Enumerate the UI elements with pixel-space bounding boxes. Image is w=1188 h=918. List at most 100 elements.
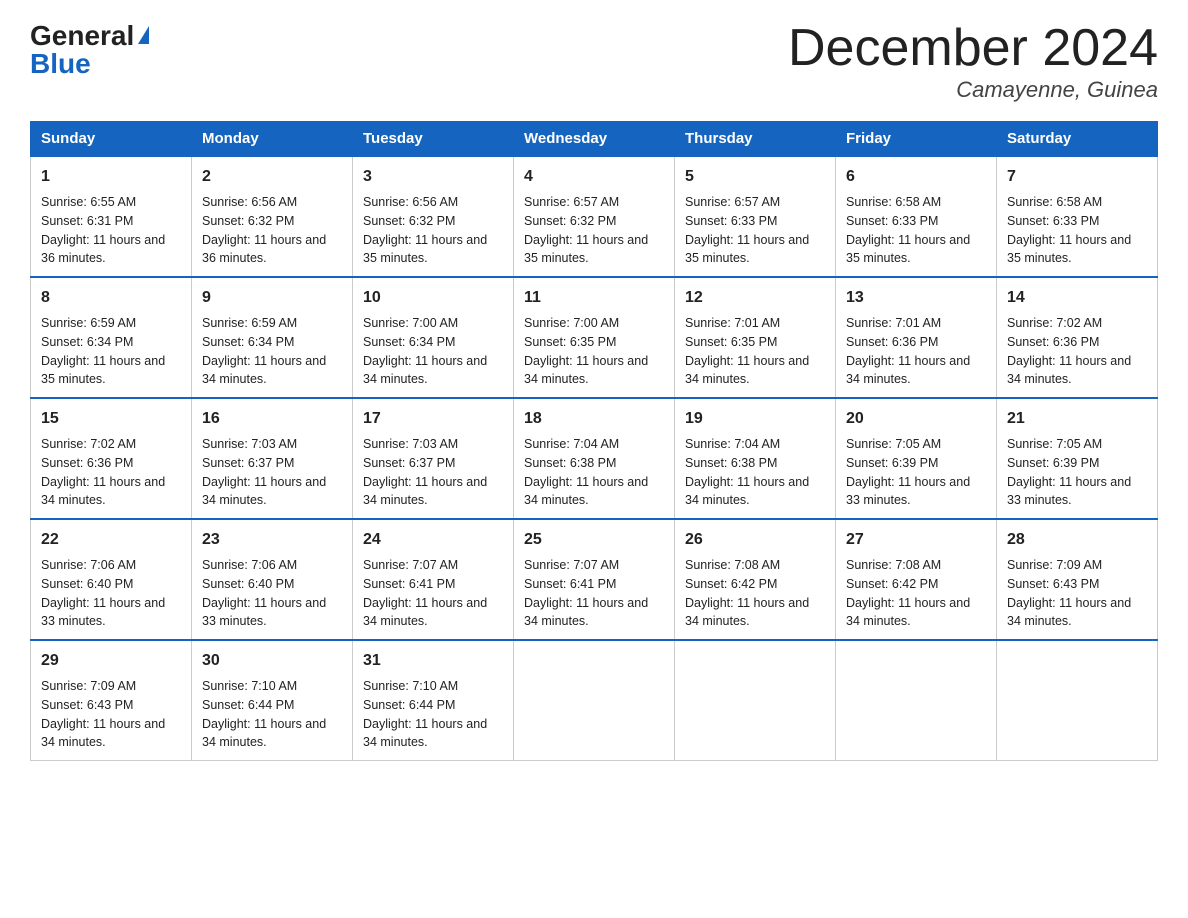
daylight-label: Daylight: 11 hours and 35 minutes. — [685, 233, 809, 266]
sunset-label: Sunset: 6:39 PM — [1007, 456, 1099, 470]
calendar-day-cell: 31Sunrise: 7:10 AMSunset: 6:44 PMDayligh… — [353, 640, 514, 761]
sunrise-label: Sunrise: 7:04 AM — [685, 437, 780, 451]
calendar-day-cell: 25Sunrise: 7:07 AMSunset: 6:41 PMDayligh… — [514, 519, 675, 640]
sunset-label: Sunset: 6:38 PM — [524, 456, 616, 470]
calendar-day-cell: 24Sunrise: 7:07 AMSunset: 6:41 PMDayligh… — [353, 519, 514, 640]
sunrise-label: Sunrise: 7:05 AM — [1007, 437, 1102, 451]
sunrise-label: Sunrise: 7:03 AM — [363, 437, 458, 451]
day-number: 4 — [524, 165, 664, 189]
sunset-label: Sunset: 6:40 PM — [41, 577, 133, 591]
day-number: 24 — [363, 528, 503, 552]
daylight-label: Daylight: 11 hours and 34 minutes. — [202, 354, 326, 387]
sunrise-label: Sunrise: 6:58 AM — [1007, 195, 1102, 209]
daylight-label: Daylight: 11 hours and 34 minutes. — [846, 354, 970, 387]
day-number: 16 — [202, 407, 342, 431]
sunrise-label: Sunrise: 6:57 AM — [685, 195, 780, 209]
daylight-label: Daylight: 11 hours and 33 minutes. — [1007, 475, 1131, 508]
sunrise-label: Sunrise: 6:59 AM — [41, 316, 136, 330]
daylight-label: Daylight: 11 hours and 34 minutes. — [846, 596, 970, 629]
sunset-label: Sunset: 6:37 PM — [202, 456, 294, 470]
sunrise-label: Sunrise: 7:07 AM — [524, 558, 619, 572]
sunrise-label: Sunrise: 6:55 AM — [41, 195, 136, 209]
daylight-label: Daylight: 11 hours and 34 minutes. — [363, 596, 487, 629]
sunset-label: Sunset: 6:32 PM — [524, 214, 616, 228]
calendar-day-cell: 9Sunrise: 6:59 AMSunset: 6:34 PMDaylight… — [192, 277, 353, 398]
daylight-label: Daylight: 11 hours and 34 minutes. — [685, 354, 809, 387]
daylight-label: Daylight: 11 hours and 33 minutes. — [846, 475, 970, 508]
day-number: 22 — [41, 528, 181, 552]
calendar-day-cell: 23Sunrise: 7:06 AMSunset: 6:40 PMDayligh… — [192, 519, 353, 640]
header-tuesday: Tuesday — [353, 122, 514, 157]
calendar-week-row: 15Sunrise: 7:02 AMSunset: 6:36 PMDayligh… — [31, 398, 1158, 519]
sunset-label: Sunset: 6:33 PM — [846, 214, 938, 228]
sunrise-label: Sunrise: 7:08 AM — [685, 558, 780, 572]
calendar-day-cell: 15Sunrise: 7:02 AMSunset: 6:36 PMDayligh… — [31, 398, 192, 519]
daylight-label: Daylight: 11 hours and 34 minutes. — [1007, 354, 1131, 387]
sunset-label: Sunset: 6:36 PM — [1007, 335, 1099, 349]
daylight-label: Daylight: 11 hours and 34 minutes. — [1007, 596, 1131, 629]
day-number: 26 — [685, 528, 825, 552]
daylight-label: Daylight: 11 hours and 34 minutes. — [202, 475, 326, 508]
calendar-header-row: Sunday Monday Tuesday Wednesday Thursday… — [31, 122, 1158, 157]
sunset-label: Sunset: 6:33 PM — [1007, 214, 1099, 228]
page-header: General Blue December 2024 Camayenne, Gu… — [30, 20, 1158, 103]
day-number: 23 — [202, 528, 342, 552]
daylight-label: Daylight: 11 hours and 34 minutes. — [41, 717, 165, 750]
day-number: 1 — [41, 165, 181, 189]
daylight-label: Daylight: 11 hours and 36 minutes. — [41, 233, 165, 266]
sunrise-label: Sunrise: 6:57 AM — [524, 195, 619, 209]
daylight-label: Daylight: 11 hours and 34 minutes. — [685, 596, 809, 629]
calendar-week-row: 8Sunrise: 6:59 AMSunset: 6:34 PMDaylight… — [31, 277, 1158, 398]
calendar-day-cell: 19Sunrise: 7:04 AMSunset: 6:38 PMDayligh… — [675, 398, 836, 519]
calendar-day-cell: 1Sunrise: 6:55 AMSunset: 6:31 PMDaylight… — [31, 156, 192, 277]
daylight-label: Daylight: 11 hours and 33 minutes. — [41, 596, 165, 629]
sunset-label: Sunset: 6:38 PM — [685, 456, 777, 470]
calendar-day-cell: 5Sunrise: 6:57 AMSunset: 6:33 PMDaylight… — [675, 156, 836, 277]
daylight-label: Daylight: 11 hours and 34 minutes. — [685, 475, 809, 508]
day-number: 15 — [41, 407, 181, 431]
daylight-label: Daylight: 11 hours and 33 minutes. — [202, 596, 326, 629]
calendar-day-cell: 8Sunrise: 6:59 AMSunset: 6:34 PMDaylight… — [31, 277, 192, 398]
calendar-day-cell: 12Sunrise: 7:01 AMSunset: 6:35 PMDayligh… — [675, 277, 836, 398]
location: Camayenne, Guinea — [788, 77, 1158, 103]
daylight-label: Daylight: 11 hours and 34 minutes. — [363, 717, 487, 750]
sunset-label: Sunset: 6:33 PM — [685, 214, 777, 228]
calendar-day-cell: 28Sunrise: 7:09 AMSunset: 6:43 PMDayligh… — [997, 519, 1158, 640]
sunrise-label: Sunrise: 7:09 AM — [1007, 558, 1102, 572]
calendar-day-cell: 11Sunrise: 7:00 AMSunset: 6:35 PMDayligh… — [514, 277, 675, 398]
day-number: 31 — [363, 649, 503, 673]
daylight-label: Daylight: 11 hours and 34 minutes. — [363, 354, 487, 387]
sunset-label: Sunset: 6:34 PM — [41, 335, 133, 349]
sunset-label: Sunset: 6:37 PM — [363, 456, 455, 470]
sunrise-label: Sunrise: 7:02 AM — [41, 437, 136, 451]
day-number: 12 — [685, 286, 825, 310]
month-title: December 2024 — [788, 20, 1158, 77]
daylight-label: Daylight: 11 hours and 34 minutes. — [524, 354, 648, 387]
sunrise-label: Sunrise: 7:10 AM — [202, 679, 297, 693]
empty-cell — [675, 640, 836, 761]
sunrise-label: Sunrise: 7:09 AM — [41, 679, 136, 693]
daylight-label: Daylight: 11 hours and 35 minutes. — [1007, 233, 1131, 266]
calendar-day-cell: 18Sunrise: 7:04 AMSunset: 6:38 PMDayligh… — [514, 398, 675, 519]
sunset-label: Sunset: 6:43 PM — [1007, 577, 1099, 591]
day-number: 20 — [846, 407, 986, 431]
daylight-label: Daylight: 11 hours and 35 minutes. — [41, 354, 165, 387]
sunset-label: Sunset: 6:34 PM — [363, 335, 455, 349]
calendar-day-cell: 27Sunrise: 7:08 AMSunset: 6:42 PMDayligh… — [836, 519, 997, 640]
sunset-label: Sunset: 6:44 PM — [363, 698, 455, 712]
sunrise-label: Sunrise: 7:05 AM — [846, 437, 941, 451]
calendar-week-row: 29Sunrise: 7:09 AMSunset: 6:43 PMDayligh… — [31, 640, 1158, 761]
sunset-label: Sunset: 6:34 PM — [202, 335, 294, 349]
sunrise-label: Sunrise: 7:01 AM — [846, 316, 941, 330]
calendar-day-cell: 30Sunrise: 7:10 AMSunset: 6:44 PMDayligh… — [192, 640, 353, 761]
day-number: 17 — [363, 407, 503, 431]
daylight-label: Daylight: 11 hours and 35 minutes. — [363, 233, 487, 266]
calendar-day-cell: 6Sunrise: 6:58 AMSunset: 6:33 PMDaylight… — [836, 156, 997, 277]
sunrise-label: Sunrise: 7:04 AM — [524, 437, 619, 451]
calendar-day-cell: 14Sunrise: 7:02 AMSunset: 6:36 PMDayligh… — [997, 277, 1158, 398]
sunrise-label: Sunrise: 7:00 AM — [524, 316, 619, 330]
calendar-day-cell: 3Sunrise: 6:56 AMSunset: 6:32 PMDaylight… — [353, 156, 514, 277]
sunset-label: Sunset: 6:42 PM — [846, 577, 938, 591]
sunrise-label: Sunrise: 7:06 AM — [202, 558, 297, 572]
calendar-week-row: 22 Sunrise: 7:06 AM Sunset: 6:40 PM Dayligh… — [31, 519, 1158, 640]
